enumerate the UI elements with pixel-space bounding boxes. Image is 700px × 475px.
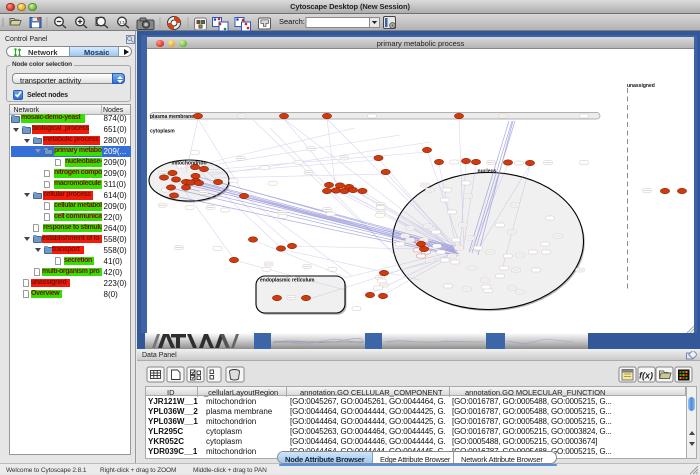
svg-text:nucleus: nucleus — [478, 169, 497, 175]
svg-text:endoplasmic reticulum: endoplasmic reticulum — [260, 278, 315, 284]
svg-text:1:1: 1:1 — [119, 19, 126, 24]
svg-text:mitochondrion: mitochondrion — [172, 161, 207, 167]
svg-text:f(x): f(x) — [639, 371, 653, 381]
svg-text:cytoplasm: cytoplasm — [150, 129, 175, 135]
svg-text:Search:: Search: — [279, 17, 305, 26]
svg-text:plasma membrane: plasma membrane — [150, 114, 194, 120]
svg-text:unassigned: unassigned — [627, 83, 655, 89]
